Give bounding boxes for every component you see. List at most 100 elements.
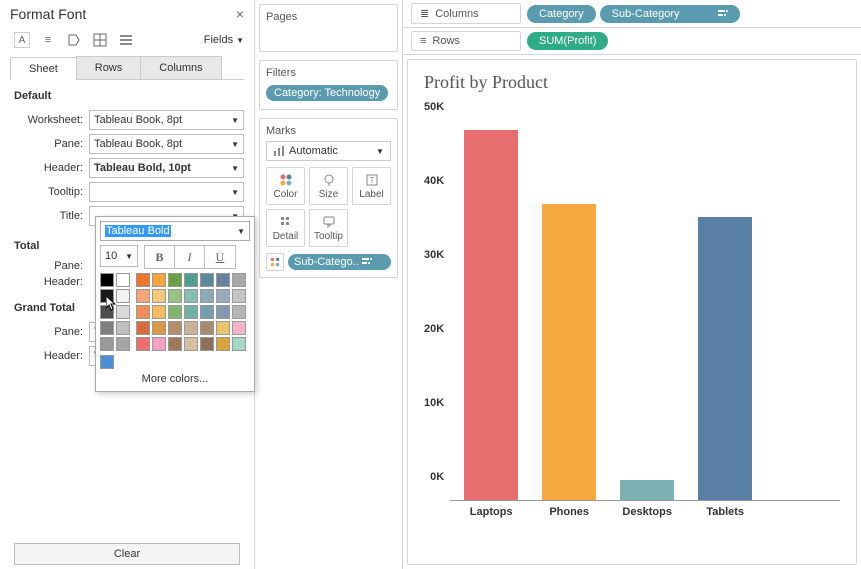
color-swatch[interactable]: [232, 305, 246, 319]
color-swatch[interactable]: [136, 305, 150, 319]
tab-rows[interactable]: Rows: [76, 56, 142, 79]
bar[interactable]: [464, 130, 518, 500]
bar[interactable]: [620, 480, 674, 500]
color-swatch[interactable]: [100, 273, 114, 287]
color-swatch[interactable]: [184, 273, 198, 287]
color-swatch[interactable]: [100, 289, 114, 303]
color-swatch[interactable]: [100, 337, 114, 351]
bar[interactable]: [542, 204, 596, 500]
color-swatch[interactable]: [152, 289, 166, 303]
color-swatch[interactable]: [116, 273, 130, 287]
mark-tooltip-button[interactable]: Tooltip: [309, 209, 348, 247]
header-label: Header:: [10, 162, 85, 174]
y-tick: 20K: [424, 323, 444, 335]
header-dropdown[interactable]: Tableau Bold, 10pt▼: [89, 158, 244, 178]
color-swatch[interactable]: [168, 273, 182, 287]
cards-column: Pages Filters Category: Technology Marks…: [255, 0, 403, 569]
underline-button[interactable]: U: [205, 246, 235, 268]
pages-card[interactable]: Pages: [259, 4, 398, 52]
color-swatch[interactable]: [184, 305, 198, 319]
pane-dropdown[interactable]: Tableau Book, 8pt▼: [89, 134, 244, 154]
color-swatch[interactable]: [200, 337, 214, 351]
color-swatch[interactable]: [116, 289, 130, 303]
color-palette-icon[interactable]: [266, 253, 284, 271]
color-swatch[interactable]: [216, 289, 230, 303]
panel-title: Format Font: [10, 6, 86, 22]
tooltip-label: Tooltip:: [10, 186, 85, 198]
close-icon[interactable]: ×: [236, 6, 244, 22]
category-pill[interactable]: Category: [527, 5, 596, 23]
italic-button[interactable]: I: [175, 246, 205, 268]
color-swatch[interactable]: [232, 337, 246, 351]
color-swatch[interactable]: [232, 273, 246, 287]
color-swatch[interactable]: [136, 321, 150, 335]
more-colors-link[interactable]: More colors...: [100, 369, 250, 387]
color-swatch[interactable]: [168, 289, 182, 303]
color-swatch[interactable]: [184, 289, 198, 303]
subcategory-pill[interactable]: Sub-Catego..: [288, 254, 391, 270]
color-swatch[interactable]: [184, 321, 198, 335]
color-swatch[interactable]: [200, 321, 214, 335]
color-swatch[interactable]: [136, 273, 150, 287]
color-swatch[interactable]: [168, 337, 182, 351]
color-swatch[interactable]: [152, 273, 166, 287]
bold-button[interactable]: B: [145, 246, 175, 268]
color-swatch[interactable]: [232, 321, 246, 335]
color-swatch[interactable]: [152, 337, 166, 351]
mark-color-button[interactable]: Color: [266, 167, 305, 205]
filter-pill[interactable]: Category: Technology: [266, 85, 388, 101]
rows-shelf-label[interactable]: ≡Rows: [411, 31, 521, 51]
color-swatch[interactable]: [216, 337, 230, 351]
worksheet-label: Worksheet:: [10, 114, 85, 126]
gt-header-label: Header:: [10, 350, 85, 362]
subcategory-pill-shelf[interactable]: Sub-Category: [600, 5, 740, 23]
bar-label: Phones: [549, 506, 589, 518]
color-swatch[interactable]: [184, 337, 198, 351]
color-swatch[interactable]: [168, 305, 182, 319]
marks-type-dropdown[interactable]: Automatic▼: [266, 141, 391, 161]
tab-columns[interactable]: Columns: [140, 56, 221, 79]
mark-detail-button[interactable]: Detail: [266, 209, 305, 247]
bars-plot: LaptopsPhonesDesktopsTablets: [450, 101, 840, 501]
font-name-input[interactable]: Tableau Bold▼: [100, 221, 250, 241]
alignment-icon[interactable]: ≡: [40, 32, 56, 48]
color-swatch[interactable]: [232, 289, 246, 303]
lines-icon[interactable]: [118, 32, 134, 48]
filters-card[interactable]: Filters Category: Technology: [259, 60, 398, 110]
tooltip-dropdown[interactable]: ▼: [89, 182, 244, 202]
color-swatch[interactable]: [200, 289, 214, 303]
y-tick: 30K: [424, 249, 444, 261]
clear-button[interactable]: Clear: [14, 543, 240, 565]
tab-sheet[interactable]: Sheet: [10, 57, 77, 80]
rows-icon: ≡: [420, 35, 426, 47]
color-swatch[interactable]: [136, 289, 150, 303]
color-swatch[interactable]: [116, 321, 130, 335]
bar[interactable]: [698, 217, 752, 500]
color-swatch[interactable]: [152, 305, 166, 319]
color-swatch[interactable]: [152, 321, 166, 335]
color-swatch[interactable]: [216, 321, 230, 335]
bar-label: Laptops: [470, 506, 513, 518]
font-size-input[interactable]: 10▼: [100, 245, 138, 267]
shading-icon[interactable]: [66, 32, 82, 48]
color-swatch[interactable]: [116, 337, 130, 351]
color-swatch[interactable]: [216, 305, 230, 319]
color-swatch[interactable]: [200, 273, 214, 287]
color-swatch[interactable]: [216, 273, 230, 287]
color-swatch[interactable]: [200, 305, 214, 319]
bar-label: Tablets: [706, 506, 744, 518]
borders-icon[interactable]: [92, 32, 108, 48]
sum-profit-pill[interactable]: SUM(Profit): [527, 32, 608, 50]
color-swatch[interactable]: [168, 321, 182, 335]
color-swatch[interactable]: [116, 305, 130, 319]
worksheet-dropdown[interactable]: Tableau Book, 8pt▼: [89, 110, 244, 130]
font-icon[interactable]: A: [14, 32, 30, 48]
fields-dropdown[interactable]: Fields▼: [204, 34, 244, 46]
color-swatch[interactable]: [136, 337, 150, 351]
color-swatch[interactable]: [100, 321, 114, 335]
color-swatch[interactable]: [100, 305, 114, 319]
mark-size-button[interactable]: Size: [309, 167, 348, 205]
mark-label-button[interactable]: TLabel: [352, 167, 391, 205]
columns-shelf-label[interactable]: ≣Columns: [411, 3, 521, 24]
current-color-swatch[interactable]: [100, 355, 114, 369]
